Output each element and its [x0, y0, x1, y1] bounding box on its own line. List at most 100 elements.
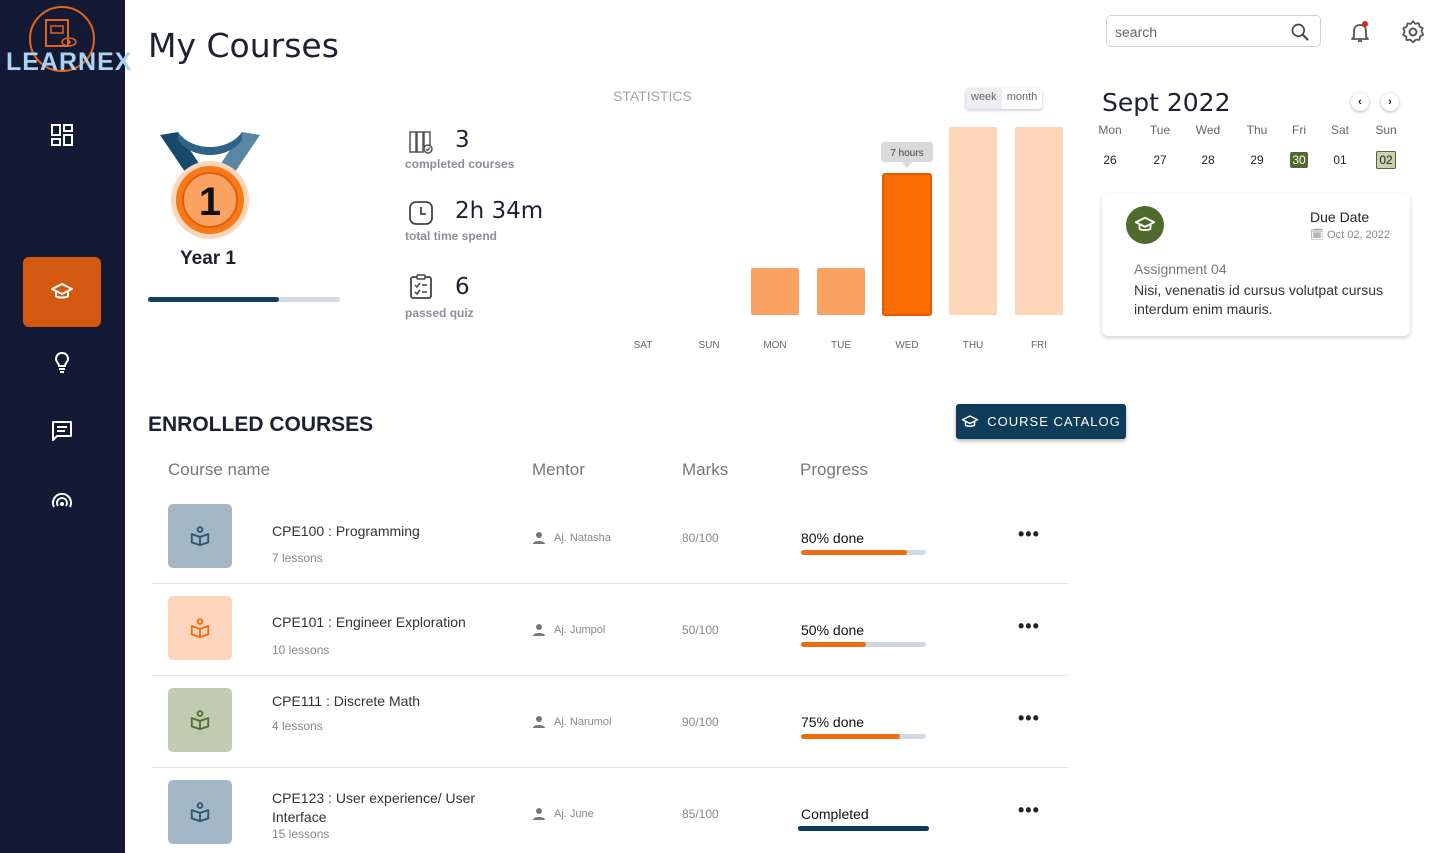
course-progress-label: Completed — [801, 806, 869, 822]
bar-tue[interactable] — [817, 268, 865, 315]
course-thumbnail — [168, 596, 232, 660]
calendar-date[interactable]: 26 — [1090, 153, 1130, 167]
period-toggle: week month — [966, 88, 1043, 109]
column-header-marks: Marks — [682, 460, 729, 479]
gear-icon[interactable] — [1400, 19, 1426, 45]
course-name[interactable]: CPE111 : Discrete Math — [272, 692, 492, 711]
more-options-button[interactable]: ••• — [1018, 524, 1040, 545]
search-input[interactable] — [1115, 22, 1285, 42]
course-progress-fill — [801, 734, 900, 739]
toggle-month[interactable]: month — [1001, 88, 1043, 109]
stat-quiz-label: passed quiz — [405, 306, 474, 320]
course-name[interactable]: CPE123 : User experience/ User Interface — [272, 789, 492, 827]
calendar-date[interactable]: 30 — [1279, 152, 1319, 168]
course-thumbnail — [168, 780, 232, 844]
more-options-button[interactable]: ••• — [1018, 708, 1040, 729]
due-date-label: Due Date — [1310, 209, 1370, 225]
notification-bell-icon[interactable] — [1348, 20, 1372, 44]
calendar-weekday: Mon — [1098, 123, 1122, 137]
calendar-date-number: 30 — [1290, 152, 1308, 168]
table-row[interactable]: CPE100 : Programming 7 lessons Aj. Natas… — [152, 492, 1069, 584]
course-progress-track — [801, 734, 926, 739]
statistics-bar-chart: SAT SUN MON TUE WED 7 hours THU FRI — [634, 127, 1063, 351]
more-options-button[interactable]: ••• — [1018, 616, 1040, 637]
course-name[interactable]: CPE101 : Engineer Exploration — [272, 613, 492, 632]
calendar-date-number: 29 — [1250, 153, 1264, 167]
sidebar-item-broadcast[interactable] — [23, 466, 101, 536]
course-progress-track — [801, 550, 926, 555]
stat-completed-value: 3 — [455, 127, 470, 153]
calendar-date[interactable]: 29 — [1237, 153, 1277, 167]
tick-label-fri: FRI — [1031, 340, 1047, 351]
calendar-weekday: Sat — [1330, 123, 1349, 137]
graduation-cap-icon — [1134, 216, 1156, 231]
course-progress-track — [801, 642, 926, 647]
calendar-next-button[interactable]: › — [1381, 93, 1399, 111]
course-progress-label: 50% done — [801, 622, 865, 638]
table-row[interactable]: CPE123 : User experience/ User Interface… — [152, 768, 1069, 853]
sidebar-item-messages[interactable] — [23, 396, 101, 466]
calendar-small-icon: 🗓 — [1310, 229, 1324, 241]
calendar-date[interactable]: 01 — [1320, 153, 1360, 167]
assignment-title: Assignment 04 — [1134, 261, 1227, 277]
tick-label-thu: THU — [963, 340, 984, 351]
due-date-card[interactable]: Due Date 🗓 Oct 02, 2022 Assignment 04 Ni… — [1102, 193, 1410, 336]
calendar-title: Sept 2022 — [1102, 88, 1231, 117]
bar-thu[interactable] — [949, 127, 997, 315]
mentor-name: Aj. June — [554, 808, 594, 820]
course-name[interactable]: CPE100 : Programming — [272, 522, 492, 541]
due-assignment-avatar — [1126, 206, 1164, 244]
table-row[interactable]: CPE111 : Discrete Math 4 lessons Aj. Nar… — [152, 676, 1069, 768]
more-options-button[interactable]: ••• — [1018, 800, 1040, 821]
bar-fri[interactable] — [1015, 127, 1063, 315]
course-catalog-button[interactable]: COURSE CATALOG — [956, 404, 1126, 439]
calendar-weekday: Tue — [1149, 123, 1171, 137]
course-mentor: Aj. Natasha — [532, 531, 611, 545]
course-marks: 85/100 — [682, 807, 719, 821]
year-progress-fill — [148, 297, 279, 302]
calendar-date[interactable]: 27 — [1140, 153, 1180, 167]
search-box[interactable] — [1106, 15, 1321, 47]
course-mentor: Aj. June — [532, 807, 594, 821]
stat-time-label: total time spend — [405, 229, 498, 243]
dashboard-icon — [51, 124, 73, 146]
stat-time-value: 2h 34m — [455, 198, 544, 224]
course-catalog-label: COURSE CATALOG — [987, 414, 1121, 429]
calendar-weekday: Fri — [1292, 123, 1306, 137]
more-dots-icon: ••• — [1018, 524, 1040, 544]
book-reader-icon — [190, 526, 210, 547]
calendar-date[interactable]: 02 — [1366, 151, 1406, 169]
bar-wed[interactable] — [882, 173, 932, 316]
calendar-weekday: Wed — [1195, 123, 1221, 137]
course-progress-track — [798, 826, 929, 831]
calendar-prev-button[interactable]: ‹ — [1351, 93, 1369, 111]
calendar-date[interactable]: 28 — [1188, 153, 1228, 167]
mentor-name: Aj. Natasha — [554, 532, 611, 544]
sidebar-item-ideas[interactable] — [23, 327, 101, 397]
course-progress-fill — [801, 642, 866, 647]
calendar-weekday: Thu — [1246, 123, 1268, 137]
clipboard-icon — [410, 274, 432, 299]
toggle-week[interactable]: week — [966, 88, 1002, 109]
calendar-date-number: 02 — [1376, 151, 1396, 169]
tooltip-text: 7 hours — [890, 148, 923, 159]
tick-label-wed: WED — [895, 340, 918, 351]
course-marks: 50/100 — [682, 623, 719, 637]
course-thumbnail — [168, 688, 232, 752]
column-header-course-name: Course name — [168, 460, 271, 479]
search-icon[interactable] — [1290, 22, 1310, 42]
user-icon — [533, 624, 545, 636]
app-logo[interactable]: LEARNEX — [4, 4, 131, 80]
table-row[interactable]: CPE101 : Engineer Exploration 10 lessons… — [152, 584, 1069, 676]
chat-icon — [52, 421, 72, 441]
statistics-title: STATISTICS — [613, 88, 692, 104]
chevron-right-icon: › — [1388, 96, 1392, 108]
sidebar-item-dashboard[interactable] — [23, 100, 101, 170]
graduation-cap-icon — [51, 283, 73, 299]
bar-mon[interactable] — [751, 268, 799, 315]
sidebar-item-courses[interactable] — [23, 257, 101, 327]
sidebar: LEARNEX — [0, 0, 131, 853]
book-reader-icon — [190, 618, 210, 639]
medal-number: 1 — [199, 180, 221, 224]
chart-tooltip: 7 hours — [881, 142, 933, 168]
